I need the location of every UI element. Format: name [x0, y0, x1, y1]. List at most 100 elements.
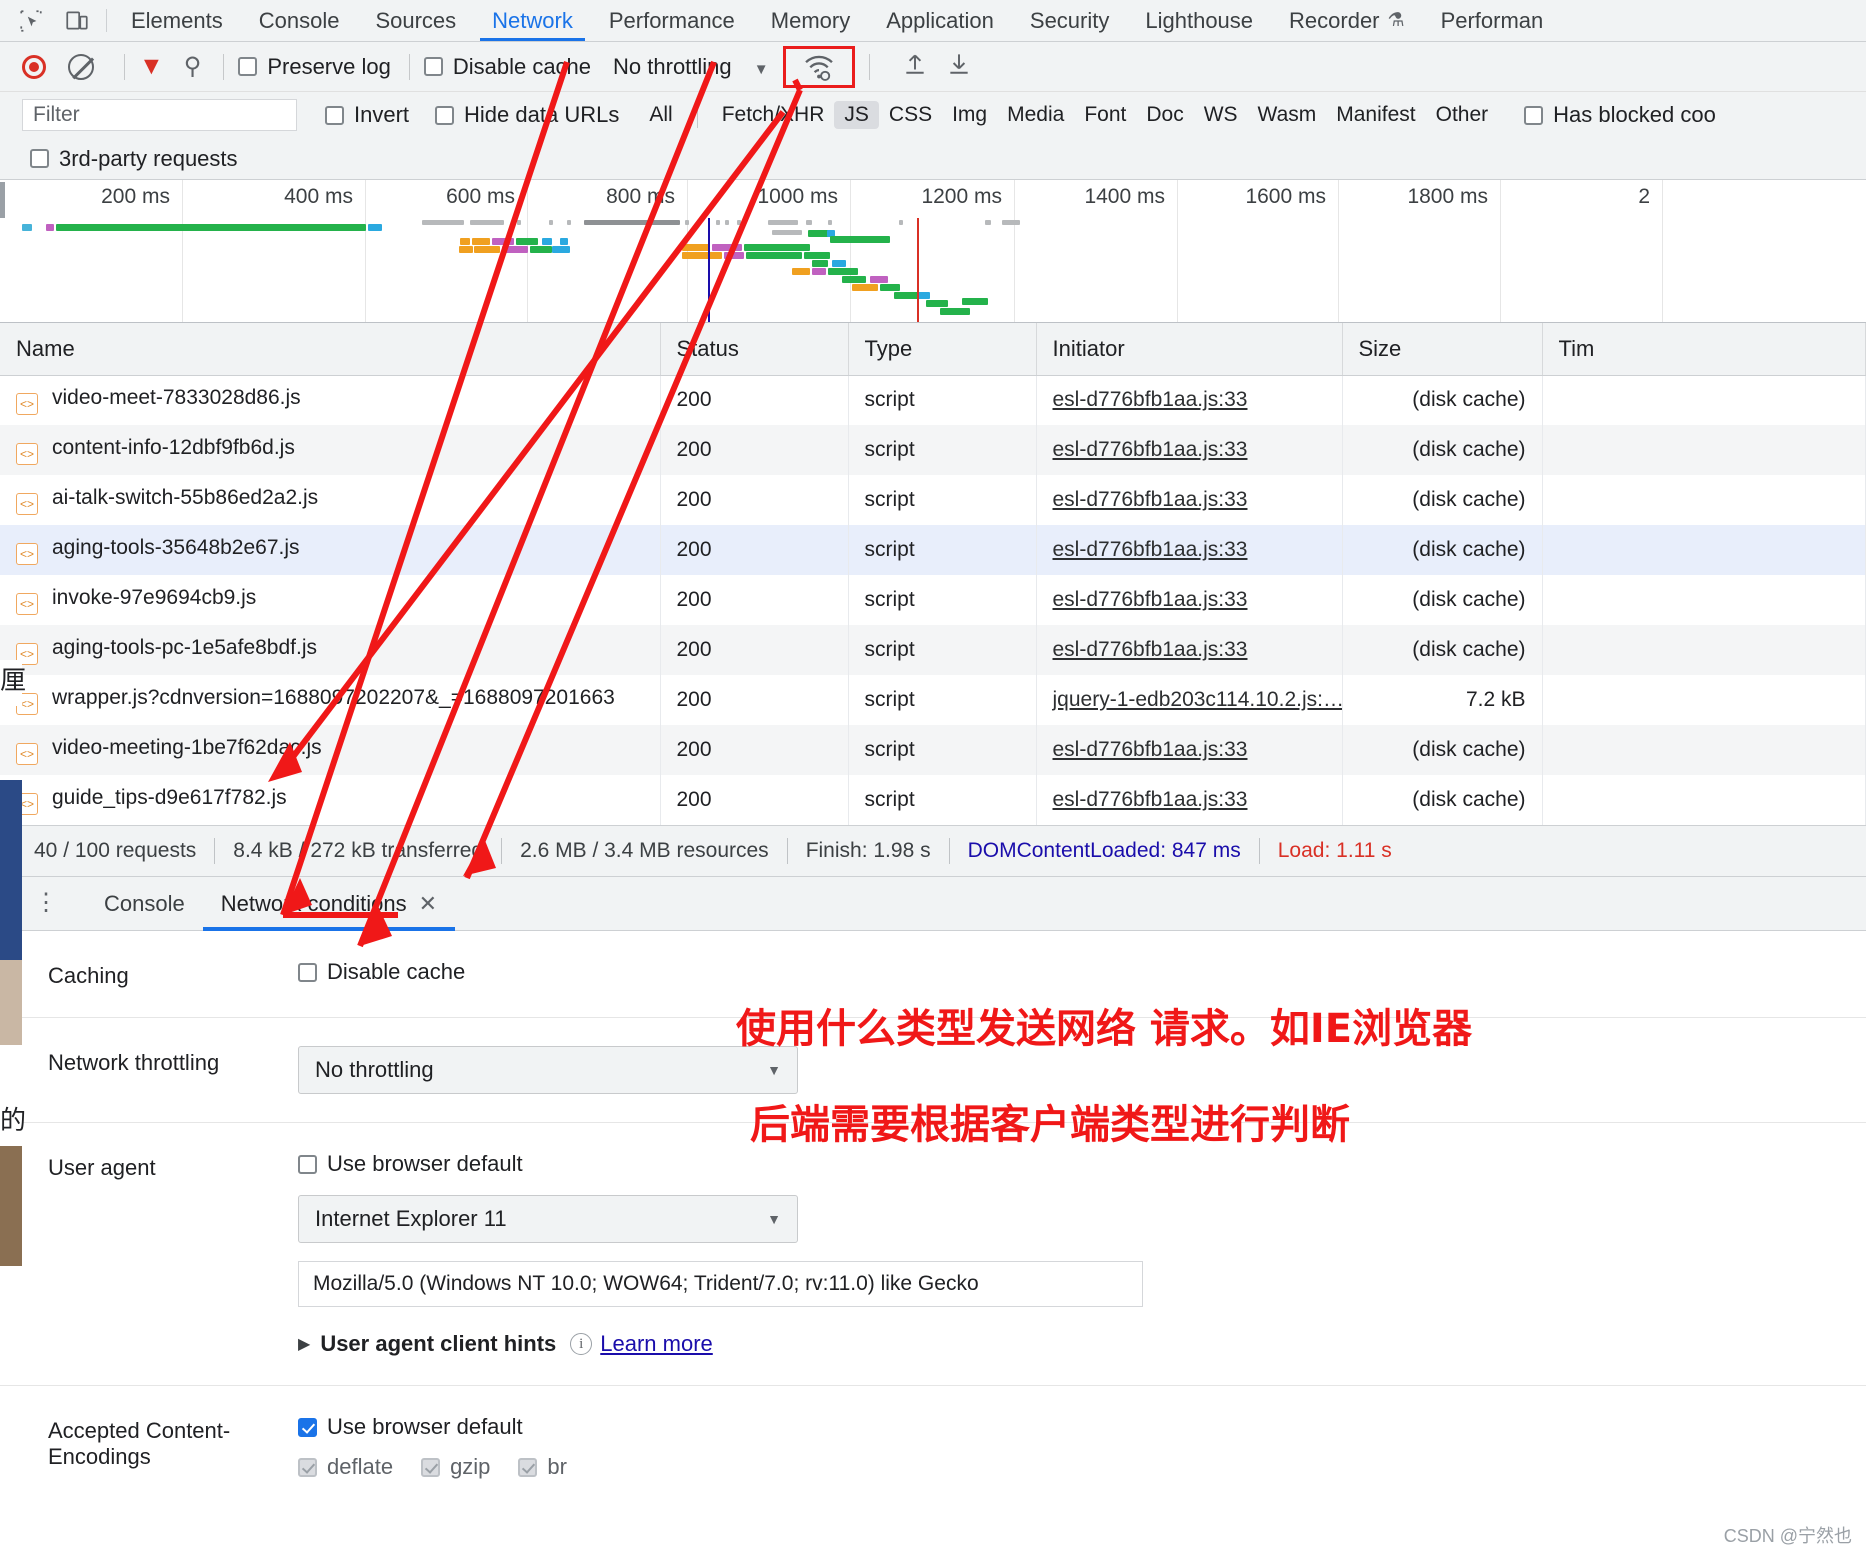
- filter-type-img[interactable]: Img: [942, 101, 997, 129]
- cell-initiator[interactable]: esl-d776bfb1aa.js:33: [1036, 575, 1343, 625]
- third-party-requests-checkbox[interactable]: 3rd-party requests: [30, 146, 238, 172]
- has-blocked-cookies-checkbox[interactable]: Has blocked coo: [1524, 102, 1716, 128]
- clear-button[interactable]: [68, 53, 94, 80]
- cell-name[interactable]: <> content-info-12dbf9fb6d.js: [0, 425, 661, 475]
- search-icon[interactable]: ⚲: [184, 52, 202, 81]
- cell-name[interactable]: <> invoke-97e9694cb9.js: [0, 575, 661, 625]
- cell-initiator[interactable]: esl-d776bfb1aa.js:33: [1036, 625, 1343, 675]
- filter-type-ws[interactable]: WS: [1194, 101, 1248, 129]
- tab-lighthouse[interactable]: Lighthouse: [1127, 0, 1271, 41]
- encoding-deflate-checkbox[interactable]: deflate: [298, 1454, 393, 1480]
- tab-elements[interactable]: Elements: [113, 0, 241, 41]
- tab-memory[interactable]: Memory: [753, 0, 868, 41]
- initiator-link[interactable]: jquery-1-edb203c114.10.2.js:…: [1053, 688, 1342, 711]
- filter-type-font[interactable]: Font: [1074, 101, 1136, 129]
- filter-icon[interactable]: ▼: [139, 52, 164, 81]
- table-row[interactable]: <> aging-tools-35648b2e67.js 200 script esl-…: [0, 525, 1866, 575]
- cell-name[interactable]: <> wrapper.js?cdnversion=168809720220​7&_…: [0, 675, 661, 725]
- initiator-link[interactable]: esl-d776bfb1aa.js:33: [1053, 738, 1248, 761]
- cell-name[interactable]: <> aging-tools-35648b2e67.js: [0, 525, 661, 575]
- import-har-icon[interactable]: [902, 49, 928, 84]
- network-overview[interactable]: 200 ms 400 ms 600 ms 800 ms 1000 ms 1200…: [0, 180, 1866, 323]
- invert-checkbox[interactable]: Invert: [325, 102, 409, 128]
- filter-type-css[interactable]: CSS: [879, 101, 942, 129]
- overview-left-handle[interactable]: [0, 182, 5, 218]
- initiator-link[interactable]: esl-d776bfb1aa.js:33: [1053, 638, 1248, 661]
- tab-sources[interactable]: Sources: [357, 0, 474, 41]
- table-row[interactable]: <> content-info-12dbf9fb6d.js 200 script esl…: [0, 425, 1866, 475]
- tab-security[interactable]: Security: [1012, 0, 1127, 41]
- filter-type-media[interactable]: Media: [997, 101, 1074, 129]
- user-agent-string-input[interactable]: Mozilla/5.0 (Windows NT 10.0; WOW64; Tri…: [298, 1261, 1143, 1307]
- cell-initiator[interactable]: esl-d776bfb1aa.js:33: [1036, 425, 1343, 475]
- tab-performance-insights[interactable]: Performan: [1423, 0, 1562, 41]
- cell-name[interactable]: <> video-meet-7833028d86.js: [0, 375, 661, 425]
- filter-type-manifest[interactable]: Manifest: [1326, 101, 1425, 129]
- hide-data-urls-checkbox[interactable]: Hide data URLs: [435, 102, 619, 128]
- table-row[interactable]: <> aging-tools-pc-1e5afe8bdf.js 200 script e…: [0, 625, 1866, 675]
- cell-initiator[interactable]: esl-d776bfb1aa.js:33: [1036, 525, 1343, 575]
- cell-name[interactable]: <> video-meeting-1be7f62dac.js: [0, 725, 661, 775]
- filter-type-all[interactable]: All: [639, 101, 682, 129]
- cell-initiator[interactable]: esl-d776bfb1aa.js:33: [1036, 475, 1343, 525]
- cell-initiator[interactable]: esl-d776bfb1aa.js:33: [1036, 375, 1343, 425]
- record-button[interactable]: [22, 54, 46, 79]
- encoding-br-checkbox[interactable]: br: [518, 1454, 567, 1480]
- throttling-select[interactable]: No throttling ▼: [298, 1046, 798, 1094]
- preserve-log-checkbox[interactable]: Preserve log: [238, 54, 391, 80]
- use-browser-default-checkbox[interactable]: Use browser default: [298, 1151, 1862, 1177]
- drawer-tab-console[interactable]: Console: [86, 877, 203, 931]
- tab-recorder[interactable]: Recorder ⚗: [1271, 0, 1423, 41]
- table-row[interactable]: <> ai-talk-switch-55b86ed2a2.js 200 script e…: [0, 475, 1866, 525]
- tab-application[interactable]: Application: [868, 0, 1012, 41]
- tab-network[interactable]: Network: [474, 0, 591, 41]
- column-header-status[interactable]: Status: [660, 323, 849, 376]
- table-header-row: Name Status Type Initiator Size Tim: [0, 323, 1866, 376]
- user-agent-client-hints-toggle[interactable]: ▶ User agent client hints i Learn more: [298, 1331, 1866, 1357]
- throttling-dropdown[interactable]: No throttling ▼: [613, 54, 769, 80]
- cell-name[interactable]: <> ai-talk-switch-55b86ed2a2.js: [0, 475, 661, 525]
- encoding-gzip-checkbox[interactable]: gzip: [421, 1454, 490, 1480]
- initiator-link[interactable]: esl-d776bfb1aa.js:33: [1053, 788, 1248, 811]
- table-row[interactable]: <> wrapper.js?cdnversion=168809720220​7&_…: [0, 675, 1866, 725]
- close-icon[interactable]: ✕: [419, 891, 437, 917]
- cell-name[interactable]: <> guide_tips-d9e617f782.js: [0, 775, 661, 825]
- filter-type-js[interactable]: JS: [834, 101, 879, 129]
- table-row[interactable]: <> video-meet-7833028d86.js 200 script esl-d…: [0, 375, 1866, 425]
- column-header-type[interactable]: Type: [848, 323, 1037, 376]
- cell-initiator[interactable]: esl-d776bfb1aa.js:33: [1036, 725, 1343, 775]
- column-header-name[interactable]: Name: [0, 323, 661, 376]
- initiator-link[interactable]: esl-d776bfb1aa.js:33: [1053, 588, 1248, 611]
- initiator-link[interactable]: esl-d776bfb1aa.js:33: [1053, 388, 1248, 411]
- initiator-link[interactable]: esl-d776bfb1aa.js:33: [1053, 438, 1248, 461]
- nc-disable-cache-checkbox[interactable]: Disable cache: [298, 959, 1862, 985]
- column-header-initiator[interactable]: Initiator: [1036, 323, 1343, 376]
- encodings-browser-default-checkbox[interactable]: Use browser default: [298, 1414, 1862, 1440]
- user-agent-select[interactable]: Internet Explorer 11 ▼: [298, 1195, 798, 1243]
- table-row[interactable]: <> invoke-97e9694cb9.js 200 script esl-d776b…: [0, 575, 1866, 625]
- export-har-icon[interactable]: [946, 49, 972, 84]
- column-header-time[interactable]: Tim: [1542, 323, 1866, 376]
- tab-performance[interactable]: Performance: [591, 0, 753, 41]
- more-tools-icon[interactable]: ⋮: [34, 891, 58, 915]
- cell-initiator[interactable]: esl-d776bfb1aa.js:33: [1036, 775, 1343, 825]
- filter-type-doc[interactable]: Doc: [1136, 101, 1193, 129]
- filter-type-other[interactable]: Other: [1426, 101, 1499, 129]
- network-conditions-button[interactable]: [782, 45, 855, 88]
- cell-name[interactable]: <> aging-tools-pc-1e5afe8bdf.js: [0, 625, 661, 675]
- device-toolbar-icon[interactable]: [54, 0, 100, 41]
- learn-more-link[interactable]: Learn more: [600, 1331, 713, 1357]
- filter-input[interactable]: Filter: [22, 99, 297, 131]
- initiator-link[interactable]: esl-d776bfb1aa.js:33: [1053, 538, 1248, 561]
- inspect-element-icon[interactable]: [8, 0, 54, 41]
- initiator-link[interactable]: esl-d776bfb1aa.js:33: [1053, 488, 1248, 511]
- filter-type-wasm[interactable]: Wasm: [1248, 101, 1327, 129]
- cell-initiator[interactable]: jquery-1-edb203c114.10.2.js:…: [1036, 675, 1343, 725]
- drawer-tab-network-conditions[interactable]: Network conditions ✕: [202, 877, 456, 931]
- table-row[interactable]: <> guide_tips-d9e617f782.js 200 script esl-d…: [0, 775, 1866, 825]
- filter-type-fetch-xhr[interactable]: Fetch/XHR: [712, 101, 835, 129]
- disable-cache-checkbox[interactable]: Disable cache: [423, 54, 591, 80]
- tab-console[interactable]: Console: [241, 0, 358, 41]
- column-header-size[interactable]: Size: [1342, 323, 1543, 376]
- table-row[interactable]: <> video-meeting-1be7f62dac.js 200 script es…: [0, 725, 1866, 775]
